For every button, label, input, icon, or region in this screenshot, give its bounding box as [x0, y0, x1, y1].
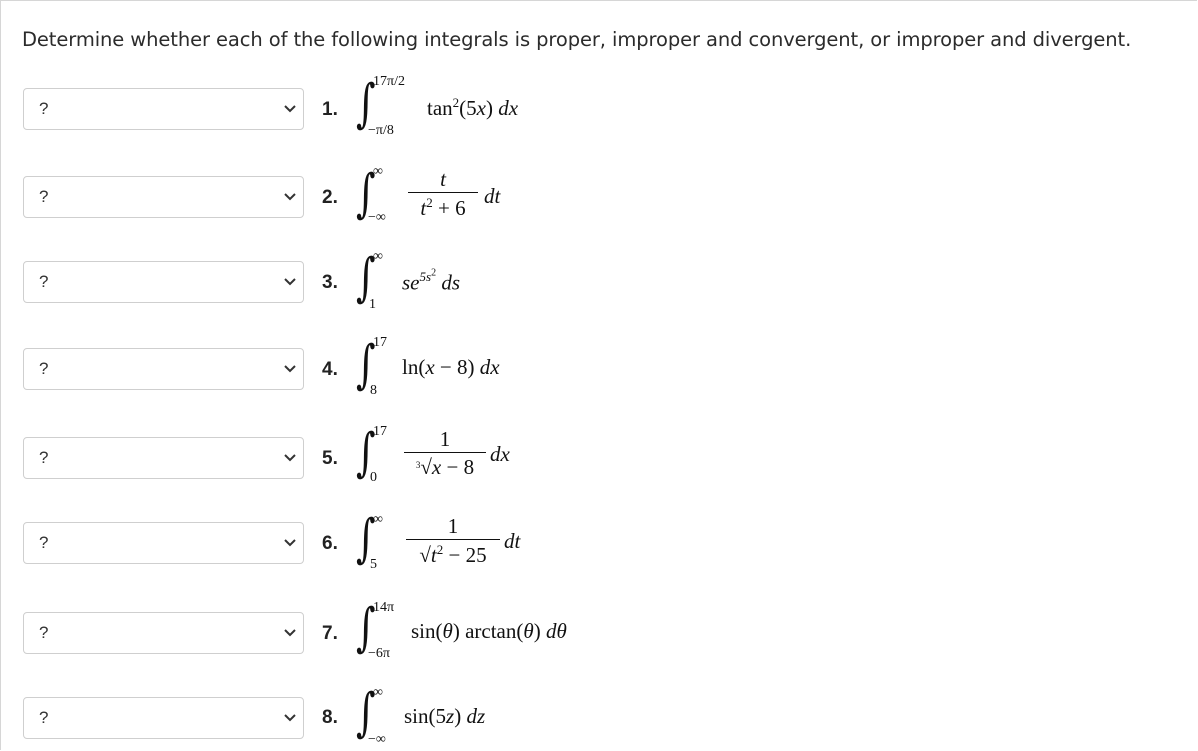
question-number: 4. [322, 359, 338, 380]
fraction: 1 √t2 − 25 [406, 514, 500, 568]
upper-limit: 17 [373, 335, 387, 350]
select-value: ? [39, 533, 49, 552]
question-number: 5. [322, 448, 338, 469]
answer-select-7[interactable]: ? [23, 612, 304, 654]
question-row-2: ? 2. ∫ ∞ −∞ t t2 + 6 dt [0, 154, 1198, 244]
chevron-down-icon [284, 365, 296, 373]
fraction: t t2 + 6 [408, 167, 478, 221]
question-row-5: ? 5. ∫ 17 0 1 3√x − 8 dx [0, 415, 1198, 505]
upper-limit: ∞ [373, 249, 383, 264]
chevron-down-icon [284, 714, 296, 722]
differential: dx [490, 442, 510, 466]
select-value: ? [39, 272, 49, 291]
upper-limit: ∞ [373, 685, 383, 700]
chevron-down-icon [284, 278, 296, 286]
lower-limit: 1 [369, 297, 376, 312]
instructions: Determine whether each of the following … [22, 28, 1132, 51]
chevron-down-icon [284, 629, 296, 637]
question-row-6: ? 6. ∫ ∞ 5 1 √t2 − 25 dt [0, 500, 1198, 590]
lower-limit: 0 [370, 470, 377, 485]
select-value: ? [39, 187, 49, 206]
chevron-down-icon [284, 539, 296, 547]
answer-select-8[interactable]: ? [23, 697, 304, 739]
question-row-8: ? 8. ∫ ∞ −∞ sin(5z) dz [0, 675, 1198, 751]
select-value: ? [39, 448, 49, 467]
integrand: se5s2 ds [402, 268, 460, 295]
upper-limit: ∞ [373, 164, 383, 179]
question-number: 1. [322, 99, 338, 120]
question-row-7: ? 7. ∫ 14π −6π sin(θ) arctan(θ) dθ [0, 590, 1198, 680]
question-row-3: ? 3. ∫ ∞ 1 se5s2 ds [0, 239, 1198, 329]
select-value: ? [39, 623, 49, 642]
differential: dt [504, 529, 521, 553]
integrand: sin(θ) arctan(θ) dθ [411, 619, 567, 643]
upper-limit: 14π [373, 600, 395, 615]
answer-select-3[interactable]: ? [23, 261, 304, 303]
answer-select-4[interactable]: ? [23, 348, 304, 390]
question-number: 8. [322, 707, 338, 728]
question-row-4: ? 4. ∫ 17 8 ln(x − 8) dx [0, 326, 1198, 416]
differential: dt [484, 184, 501, 208]
lower-limit: −6π [368, 646, 390, 661]
integrand: ln(x − 8) dx [402, 355, 500, 379]
chevron-down-icon [284, 454, 296, 462]
lower-limit: −π/8 [368, 123, 394, 138]
upper-limit: ∞ [373, 512, 383, 527]
answer-select-1[interactable]: ? [23, 88, 304, 130]
lower-limit: −∞ [368, 210, 386, 225]
upper-limit: 17π/2 [373, 74, 405, 89]
chevron-down-icon [284, 105, 296, 113]
question-number: 3. [322, 272, 338, 293]
lower-limit: 5 [370, 557, 377, 572]
question-number: 6. [322, 533, 338, 554]
question-number: 7. [322, 623, 338, 644]
upper-limit: 17 [373, 424, 387, 439]
question-row-1: ? 1. ∫ 17π/2 −π/8 tan2(5x) dx [0, 66, 1198, 156]
select-value: ? [39, 359, 49, 378]
answer-select-6[interactable]: ? [23, 522, 304, 564]
question-number: 2. [322, 187, 338, 208]
lower-limit: 8 [370, 383, 377, 398]
integrand: sin(5z) dz [404, 704, 486, 728]
select-value: ? [39, 708, 49, 727]
chevron-down-icon [284, 193, 296, 201]
integrand: tan2(5x) dx [427, 95, 519, 120]
lower-limit: −∞ [368, 732, 386, 747]
answer-select-5[interactable]: ? [23, 437, 304, 479]
answer-select-2[interactable]: ? [23, 176, 304, 218]
fraction: 1 3√x − 8 [404, 427, 486, 480]
select-value: ? [39, 99, 49, 118]
